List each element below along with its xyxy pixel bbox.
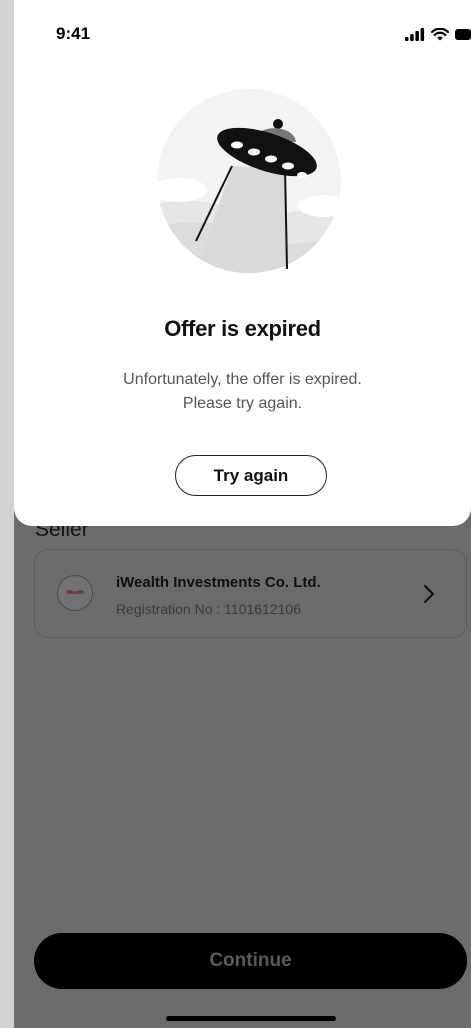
battery-icon (455, 28, 471, 40)
dialog-message-line2: Please try again. (182, 395, 303, 412)
dialog-title: Offer is expired (164, 316, 321, 341)
expired-offer-sheet: 9:41 Offer is expired Unfortunately, the… (14, 0, 471, 526)
seller-card[interactable]: iWealth iWealth Investments Co. Ltd. Reg… (34, 549, 467, 638)
ufo-icon (157, 89, 341, 273)
phone-screen: Seller iWealth iWealth Investments Co. L… (14, 0, 471, 1028)
status-icons (405, 27, 471, 41)
wifi-icon (431, 27, 449, 40)
status-time: 9:41 (56, 24, 91, 43)
seller-registration: Registration No : 1101612106 (116, 601, 301, 617)
try-again-button[interactable]: Try again (175, 455, 327, 496)
chevron-right-icon (423, 584, 435, 604)
dialog-message-line1: Unfortunately, the offer is expired. (123, 371, 362, 388)
seller-logo: iWealth (57, 575, 93, 611)
seller-logo-text: iWealth (66, 590, 84, 596)
signal-icon (405, 27, 425, 41)
seller-name: iWealth Investments Co. Ltd. (116, 574, 321, 591)
home-indicator (166, 1016, 336, 1021)
continue-button[interactable]: Continue (34, 933, 467, 989)
